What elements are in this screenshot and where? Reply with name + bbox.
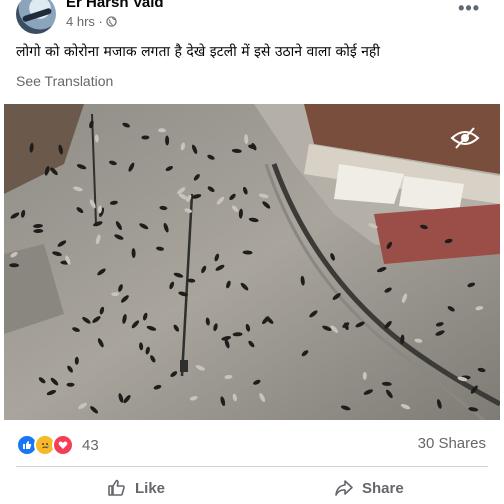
person-figure <box>66 382 75 387</box>
reactions-summary[interactable]: 43 <box>16 434 99 456</box>
share-label: Share <box>362 479 404 497</box>
post-text: लोगो को कोरोना मजाक लगता है देखे इटली मे… <box>16 44 380 60</box>
post-time[interactable]: 4 hrs · <box>66 14 103 29</box>
plaza-image <box>4 104 500 420</box>
thumbs-up-icon <box>108 479 125 496</box>
globe-icon <box>106 16 117 27</box>
like-button[interactable]: Like <box>107 478 165 498</box>
share-button[interactable]: Share <box>334 478 404 498</box>
shares-count[interactable]: 30 Shares <box>418 435 486 452</box>
reaction-count: 43 <box>82 436 99 454</box>
avatar[interactable] <box>16 0 56 34</box>
like-label: Like <box>135 479 166 497</box>
post-meta: 4 hrs · <box>66 14 117 29</box>
post-header: Er Harsh Vaid 4 hrs · ••• <box>0 0 504 36</box>
post-video[interactable] <box>4 104 500 420</box>
love-icon <box>52 434 74 456</box>
share-arrow-icon <box>335 480 353 496</box>
author-name[interactable]: Er Harsh Vaid <box>66 0 164 11</box>
see-translation-link[interactable]: See Translation <box>16 73 113 89</box>
more-options-button[interactable]: ••• <box>458 0 480 19</box>
divider <box>16 466 488 467</box>
